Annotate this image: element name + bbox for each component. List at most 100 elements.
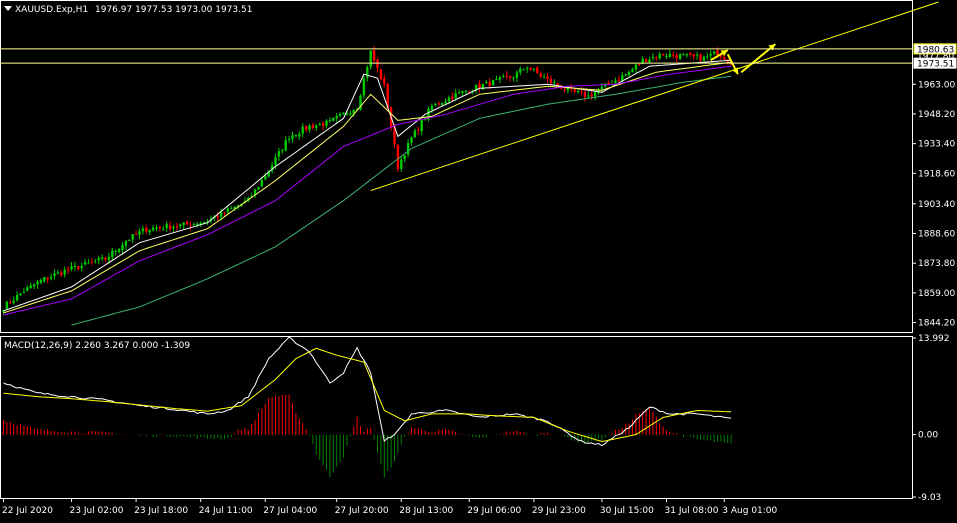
candle-body [36, 281, 39, 285]
macd-tick-label: 0.00 [918, 431, 938, 441]
candle-body [678, 54, 682, 60]
candle-body [553, 82, 556, 84]
candle-body [46, 277, 49, 280]
candle-body [539, 73, 542, 77]
candle-body [413, 130, 417, 138]
candle-body [495, 79, 498, 81]
candle-body [583, 91, 587, 98]
candle-body [366, 67, 369, 78]
candle-body [315, 125, 318, 128]
candle-body [56, 272, 60, 274]
candle-body [420, 119, 423, 132]
candle-body [77, 266, 80, 270]
candle-body [87, 262, 90, 264]
candle-body [512, 77, 515, 79]
candle-body [264, 176, 267, 180]
candle-body [321, 123, 325, 126]
chart-header: XAUUSD.Exp,H1 1976.97 1977.53 1973.00 19… [4, 5, 252, 15]
symbol-label: XAUUSD.Exp,H1 [15, 5, 88, 15]
candle-body [417, 129, 420, 131]
candle-body [148, 229, 151, 233]
candle-body [587, 95, 590, 97]
candle-body [83, 262, 87, 265]
candle-body [563, 89, 566, 91]
candle-body [685, 53, 689, 56]
macd-tick-label: 13.992 [918, 334, 950, 344]
candle-body [508, 76, 512, 78]
candle-body [287, 138, 291, 140]
candle-body [665, 56, 668, 58]
candle-body [185, 221, 189, 225]
candle-body [549, 78, 553, 83]
candle-body [342, 112, 345, 115]
candle-body [396, 144, 400, 169]
candle-body [284, 140, 287, 151]
candle-body [73, 265, 77, 267]
candle-body [627, 71, 631, 76]
candle-body [362, 78, 366, 96]
candle-body [600, 86, 604, 90]
candle-body [716, 50, 719, 55]
candle-body [488, 81, 491, 87]
candle-body [638, 63, 641, 65]
candle-body [457, 92, 461, 94]
candle-body [536, 67, 539, 73]
candle-body [403, 155, 406, 160]
candle-body [111, 250, 114, 258]
candle-body [196, 223, 199, 226]
candle-body [692, 54, 695, 57]
time-tick-label: 24 Jul 11:00 [199, 506, 253, 516]
candle-body [655, 57, 658, 59]
candle-body [498, 77, 502, 80]
candle-body [675, 55, 678, 59]
candle-body [60, 272, 63, 275]
candle-body [175, 226, 179, 228]
price-tick-label: 1844.20 [918, 319, 955, 329]
candle-body [134, 233, 138, 235]
candle-body [383, 78, 386, 84]
candle-body [9, 302, 12, 304]
candle-body [434, 103, 437, 106]
candle-body [22, 291, 26, 293]
candle-body [12, 300, 15, 303]
price-tick-label: 1963.00 [918, 80, 955, 90]
price-tick-label: 1948.20 [918, 110, 955, 120]
candle-body [451, 96, 454, 99]
candle-body [631, 69, 634, 73]
candle-body [410, 137, 413, 143]
candle-body [121, 244, 124, 250]
candle-body [29, 285, 32, 289]
candle-body [430, 105, 434, 110]
candle-body [158, 226, 162, 228]
candle-body [128, 239, 131, 241]
time-tick-label: 27 Jul 20:00 [335, 506, 389, 516]
candle-body [481, 84, 485, 90]
candle-body [695, 54, 699, 56]
chart-window: 1980.63 1973.51 1977.80 1963.00 1948.20 1933.… [0, 0, 957, 519]
candle-body [94, 261, 97, 263]
candle-body [406, 142, 410, 155]
time-tick-label: 28 Jul 13:00 [399, 506, 453, 516]
time-tick-label: 23 Jul 18:00 [134, 506, 188, 516]
macd-label: MACD(12,26,9) 2.260 3.267 0.000 -1.309 [4, 341, 190, 351]
candle-body [318, 123, 321, 125]
candle-body [165, 224, 168, 229]
candle-body [66, 269, 70, 271]
candle-body [32, 284, 36, 287]
candle-body [519, 68, 522, 73]
candle-body [138, 231, 141, 235]
candle-body [328, 120, 332, 122]
candle-body [141, 228, 145, 232]
candle-body [151, 227, 155, 231]
candle-body [104, 257, 107, 260]
candle-body [372, 50, 376, 61]
time-tick-label: 31 Jul 08:00 [665, 506, 719, 516]
candle-body [437, 103, 440, 105]
candle-body [100, 257, 104, 259]
candle-body [26, 287, 29, 291]
candle-body [308, 125, 311, 130]
candle-body [90, 261, 94, 263]
price-tick-label: 1873.80 [918, 259, 955, 269]
chart-svg: 1980.631973.511977.801963.001948.201933.… [0, 0, 957, 519]
candle-body [19, 293, 22, 296]
